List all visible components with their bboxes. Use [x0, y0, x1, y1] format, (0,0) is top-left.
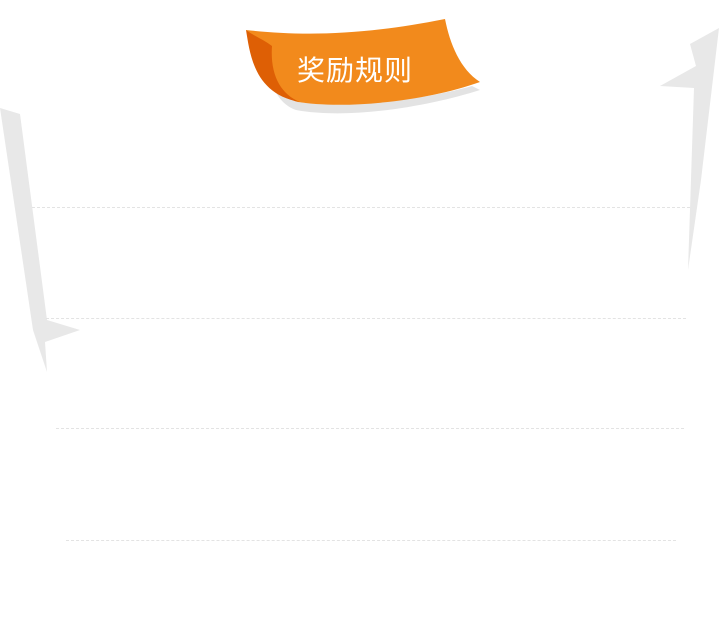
rule-line-1: [32, 207, 690, 208]
rule-line-3: [56, 428, 684, 429]
rule-line-4: [66, 540, 676, 541]
left-paper-curl: [0, 108, 80, 372]
right-paper-curl: [660, 28, 719, 270]
rule-line-2: [46, 318, 686, 319]
banner-title: 奖励规则: [296, 54, 413, 87]
